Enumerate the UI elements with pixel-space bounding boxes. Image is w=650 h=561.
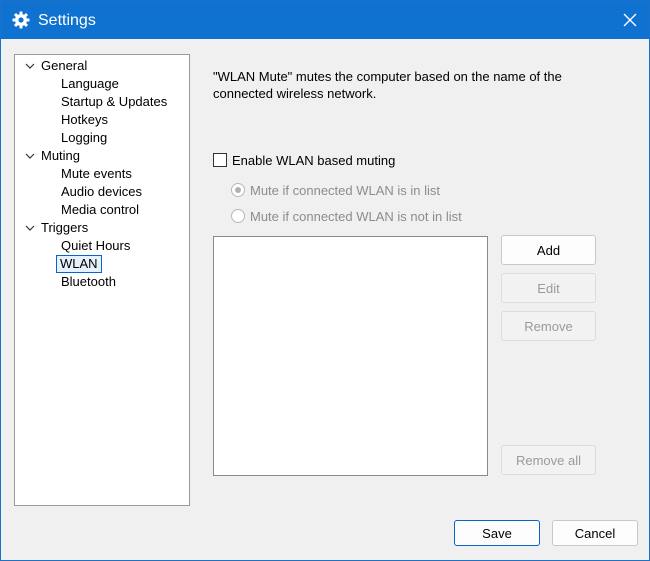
settings-nav-tree[interactable]: General Language Startup & Updates Hotke…: [14, 54, 190, 506]
description-line-2: connected wireless network.: [213, 86, 377, 101]
title-bar: Settings: [1, 1, 649, 39]
close-button[interactable]: [611, 1, 649, 39]
radio-label: Mute if connected WLAN is in list: [250, 182, 441, 198]
tree-group-label: Triggers: [41, 220, 89, 235]
settings-client-area: General Language Startup & Updates Hotke…: [1, 39, 649, 560]
radio-button[interactable]: [231, 209, 245, 223]
tree-group-triggers[interactable]: Triggers: [15, 219, 185, 237]
radio-mute-if-not-in-list[interactable]: Mute if connected WLAN is not in list: [231, 207, 462, 225]
edit-button[interactable]: Edit: [501, 273, 596, 303]
remove-all-button[interactable]: Remove all: [501, 445, 596, 475]
chevron-down-icon[interactable]: [24, 219, 36, 237]
chevron-down-icon[interactable]: [24, 57, 36, 75]
chevron-down-icon[interactable]: [24, 147, 36, 165]
tree-group-label: General: [41, 58, 88, 73]
wlan-description: "WLAN Mute" mutes the computer based on …: [213, 68, 633, 102]
radio-mute-if-in-list[interactable]: Mute if connected WLAN is in list: [231, 181, 440, 199]
wlan-list[interactable]: [213, 236, 488, 476]
cancel-button[interactable]: Cancel: [552, 520, 638, 546]
checkbox-label: Enable WLAN based muting: [232, 152, 396, 168]
add-button[interactable]: Add: [501, 235, 596, 265]
save-button[interactable]: Save: [454, 520, 540, 546]
tree-group-general[interactable]: General: [15, 57, 185, 75]
checkbox-box[interactable]: [213, 153, 227, 167]
radio-label: Mute if connected WLAN is not in list: [250, 208, 462, 224]
enable-wlan-muting-checkbox[interactable]: Enable WLAN based muting: [213, 151, 395, 169]
settings-window: Settings General Language Startup & Upda…: [0, 0, 650, 561]
radio-button[interactable]: [231, 183, 245, 197]
gear-icon: [12, 11, 30, 29]
remove-button[interactable]: Remove: [501, 311, 596, 341]
close-icon: [623, 13, 637, 27]
description-line-1: "WLAN Mute" mutes the computer based on …: [213, 69, 562, 84]
tree-group-label: Muting: [41, 148, 81, 163]
window-title: Settings: [38, 12, 96, 29]
tree-group-muting[interactable]: Muting: [15, 147, 185, 165]
